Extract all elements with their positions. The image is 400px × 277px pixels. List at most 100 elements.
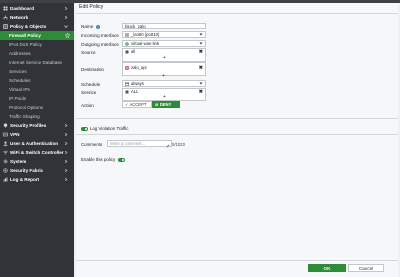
outgoing-interface-select[interactable]: virtual-wan-link [122,40,206,47]
edit-icon [166,144,170,148]
service-icon [125,90,129,94]
network-icon [3,15,8,20]
sidebar-item-firewall-policy[interactable]: Firewall Policy [0,31,74,40]
enable-policy-toggle[interactable] [118,158,125,162]
chevron-right-icon [64,7,68,10]
address-icon [125,50,129,54]
chevron-down-icon [199,82,203,85]
sidebar-item-label: User & Authentication [10,141,59,146]
section-divider [76,118,398,119]
ok-button[interactable]: OK [308,264,346,272]
page-title: Edit Policy [79,4,104,10]
deny-button[interactable]: ⊘ DENY [152,101,180,108]
sidebar-item-security-profiles[interactable]: Security Profiles [0,121,74,130]
dashboard-icon [3,6,8,11]
sidebar-item-label: Dashboard [10,6,34,11]
schedule-select[interactable]: always [122,80,206,87]
deny-icon: ⊘ [155,102,159,107]
cancel-button[interactable]: Cancel [348,264,384,272]
service-field[interactable]: ALL ✖ + [122,88,206,101]
sidebar-item-schedules[interactable]: Schedules [0,76,74,85]
sidebar-item-label: System [10,159,27,164]
sidebar-item-log-report[interactable]: Log & Report [0,175,74,184]
action-label: Action [81,103,94,108]
incoming-interface-label: Incoming Interface [81,33,119,38]
port-icon [125,33,129,37]
remove-icon[interactable]: ✖ [199,89,203,95]
sidebar-item-label: VPN [10,132,20,137]
sidebar-item-internet-service-database[interactable]: Internet Service Database [0,58,74,67]
sidebar-item-label: Services [9,69,27,74]
add-service-icon[interactable]: + [163,95,166,100]
chevron-right-icon [64,133,68,136]
sidebar-item-label: IP Pools [9,96,27,101]
sidebar-item-ipv4-dos-policy[interactable]: IPv4 DoS Policy [0,40,74,49]
user-icon [3,141,8,146]
remove-icon[interactable]: ✖ [199,49,203,55]
chevron-right-icon [64,124,68,127]
destination-value: zalo_api [131,65,147,70]
sidebar-item-network[interactable]: Network [0,13,74,22]
star-icon[interactable] [65,33,70,38]
incoming-interface-value: _lan60 (port10) [131,32,160,37]
comments-field[interactable]: Write a comment... [107,140,172,147]
sidebar-item-label: Traffic Shaping [9,114,40,119]
destination-entry: zalo_api ✖ [123,65,205,72]
chevron-right-icon [64,16,68,19]
sidebar-item-services[interactable]: Services [0,67,74,76]
deny-label: DENY [159,102,172,107]
sidebar-item-user-authentication[interactable]: User & Authentication [0,139,74,148]
comments-label: Comments [81,142,103,147]
sidebar-item-traffic-shaping[interactable]: Traffic Shaping [0,112,74,121]
chevron-right-icon [64,142,68,145]
bar-chart-icon [3,177,8,182]
vpn-icon [3,132,8,137]
chevron-right-icon [64,160,68,163]
sidebar-item-policy-objects[interactable]: Policy & Objects [0,22,74,31]
footer-divider [76,260,398,261]
service-label: Service [81,90,97,95]
sidebar-item-label: Internet Service Database [9,60,63,65]
schedule-value: always [131,81,144,86]
outgoing-interface-value: virtual-wan-link [131,41,159,46]
chevron-down-icon [199,42,203,45]
sidebar-item-label: WiFi & Switch Controller [10,150,64,155]
log-violation-toggle[interactable] [81,127,88,131]
sidebar-item-wifi-switch-controller[interactable]: WiFi & Switch Controller [0,148,74,157]
sidebar-item-addresses[interactable]: Addresses [0,49,74,58]
accept-button[interactable]: ✓ ACCEPT [122,101,152,108]
source-field[interactable]: all ✖ + [122,48,206,62]
chevron-down-icon [64,25,68,28]
title-divider [76,13,398,14]
sidebar-item-label: Security Profiles [10,123,47,128]
sidebar-item-ip-pools[interactable]: IP Pools [0,94,74,103]
info-icon[interactable] [96,25,100,29]
add-destination-icon[interactable]: + [162,74,165,79]
chevron-right-icon [64,169,68,172]
chevron-down-icon [199,33,203,36]
check-icon: ✓ [125,102,129,107]
sidebar-item-label: Network [10,15,29,20]
sidebar-item-label: Security Fabric [10,168,44,173]
sidebar-item-dashboard[interactable]: Dashboard [0,4,74,13]
sidebar-item-protocol-options[interactable]: Protocol Options [0,103,74,112]
sidebar-item-virtual-ips[interactable]: Virtual IPs [0,85,74,94]
gear-icon [3,159,8,164]
chevron-right-icon [64,178,68,181]
add-source-icon[interactable]: + [163,56,166,61]
service-value: ALL [131,89,139,94]
fqdn-icon [125,66,129,70]
sidebar-item-system[interactable]: System [0,157,74,166]
sidebar-item-vpn[interactable]: VPN [0,130,74,139]
accept-label: ACCEPT [129,102,147,107]
sidebar-item-label: Schedules [9,78,31,83]
shield-icon [3,123,8,128]
name-field[interactable]: block_zalo [122,23,206,29]
incoming-interface-select[interactable]: _lan60 (port10) [122,31,206,38]
sidebar-item-security-fabric[interactable]: Security Fabric [0,166,74,175]
name-label: Name [81,24,94,29]
sidebar-item-label: Firewall Policy [9,33,41,38]
remove-icon[interactable]: ✖ [199,65,203,71]
sidebar-item-label: Log & Report [10,177,40,182]
destination-label: Destination [81,67,104,72]
